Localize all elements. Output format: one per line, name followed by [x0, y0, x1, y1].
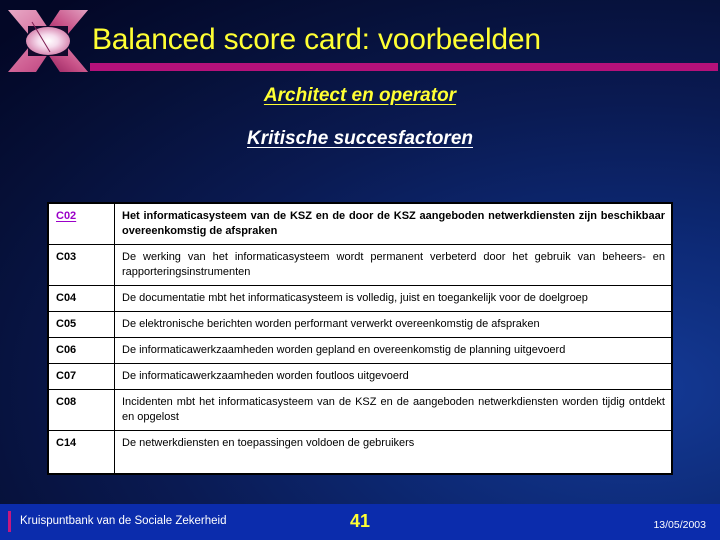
row-description-cell: De documentatie mbt het informaticasyste… — [114, 285, 672, 312]
subtitle-architect-operator: Architect en operator — [0, 85, 720, 107]
title-divider — [90, 63, 718, 71]
table-row: C14 De netwerkdiensten en toepassingen vo… — [48, 430, 672, 474]
table-row: C04 De documentatie mbt het informaticasy… — [48, 285, 672, 312]
row-code-cell[interactable]: C02 — [48, 203, 115, 245]
table-row: C08 Incidenten mbt het informaticasysteem… — [48, 389, 672, 431]
row-description-cell: Het informaticasysteem van de KSZ en de … — [114, 203, 672, 245]
footer-date: 13/05/2003 — [653, 519, 706, 531]
table-row: C06 De informaticawerkzaamheden worden ge… — [48, 337, 672, 364]
row-code-cell: C06 — [48, 337, 115, 364]
slide: Balanced score card: voorbeelden Archite… — [0, 0, 720, 540]
subtitle-architect-operator-text: Architect en operator — [263, 85, 457, 106]
subtitle-kritische-succesfactoren-text: Kritische succesfactoren — [247, 128, 473, 149]
kruispuntbank-x-logo — [6, 8, 90, 74]
footer-page-number: 41 — [349, 511, 371, 531]
row-code-cell: C14 — [48, 430, 115, 474]
row-description-cell: De informaticawerkzaamheden worden gepla… — [114, 337, 672, 364]
table-row: C07 De informaticawerkzaamheden worden fo… — [48, 363, 672, 390]
slide-footer: Kruispuntbank van de Sociale Zekerheid 4… — [0, 504, 720, 540]
row-description-cell: De netwerkdiensten en toepassingen voldo… — [114, 430, 672, 474]
table-body: C02 Het informaticasysteem van de KSZ en … — [48, 203, 672, 474]
succesfactoren-table: C02 Het informaticasysteem van de KSZ en … — [48, 203, 672, 474]
row-code-cell: C05 — [48, 311, 115, 338]
row-code-cell: C03 — [48, 244, 115, 286]
page-title: Balanced score card: voorbeelden — [92, 23, 541, 56]
table-row: C05 De elektronische berichten worden per… — [48, 311, 672, 338]
table-row: C02 Het informaticasysteem van de KSZ en … — [48, 203, 672, 245]
row-code-cell: C04 — [48, 285, 115, 312]
row-description-cell: Incidenten mbt het informaticasysteem va… — [114, 389, 672, 431]
row-code-cell: C08 — [48, 389, 115, 431]
row-code-cell: C07 — [48, 363, 115, 390]
subtitle-kritische-succesfactoren: Kritische succesfactoren — [0, 128, 720, 150]
row-description-cell: De elektronische berichten worden perfor… — [114, 311, 672, 338]
row-description-cell: De informaticawerkzaamheden worden foutl… — [114, 363, 672, 390]
row-code-link[interactable]: C02 — [56, 210, 76, 222]
row-description-cell: De werking van het informaticasysteem wo… — [114, 244, 672, 286]
succesfactoren-table-container: C02 Het informaticasysteem van de KSZ en … — [47, 202, 673, 475]
table-row: C03 De werking van het informaticasysteem… — [48, 244, 672, 286]
